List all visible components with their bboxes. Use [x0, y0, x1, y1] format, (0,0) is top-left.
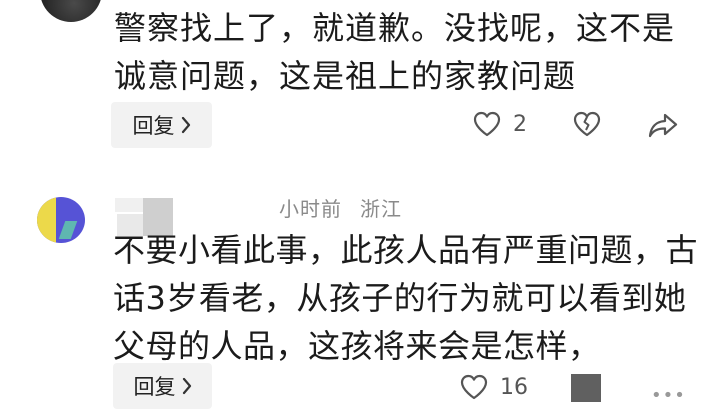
comment-location: 浙江 [360, 197, 402, 221]
comment-meta: 小时前 浙江 [279, 193, 402, 222]
avatar[interactable] [37, 197, 85, 243]
like-count: 16 [500, 375, 528, 400]
reply-label: 回复 [132, 114, 175, 138]
comment-text: 警察找上了，就道歉。没找呢，这不是诚意问题，这是祖上的家教问题 [114, 9, 676, 95]
avatar[interactable] [40, 0, 102, 22]
reply-button[interactable]: 回复 [113, 363, 212, 409]
more-dots-icon[interactable]: ••• [651, 385, 686, 406]
chevron-right-icon [182, 377, 192, 395]
comment-text: 不要小看此事，此孩人品有严重问题，古话3岁看老，从孩子的行为就可以看到她父母的人… [113, 231, 699, 365]
share-button[interactable] [647, 111, 679, 139]
share-arrow-icon [647, 111, 679, 139]
heart-outline-icon [459, 373, 489, 401]
heart-outline-icon [472, 110, 502, 138]
comment-time: 小时前 [279, 197, 342, 221]
username-mosaic [115, 198, 145, 212]
like-count: 2 [513, 112, 527, 137]
like-button[interactable] [472, 110, 502, 138]
reply-button[interactable]: 回复 [111, 102, 212, 148]
like-button[interactable] [459, 373, 489, 401]
dislike-button[interactable] [572, 110, 602, 138]
chevron-right-icon [181, 116, 191, 134]
reply-label: 回复 [133, 375, 176, 399]
broken-heart-icon [572, 110, 602, 138]
dislike-button[interactable] [571, 374, 601, 402]
